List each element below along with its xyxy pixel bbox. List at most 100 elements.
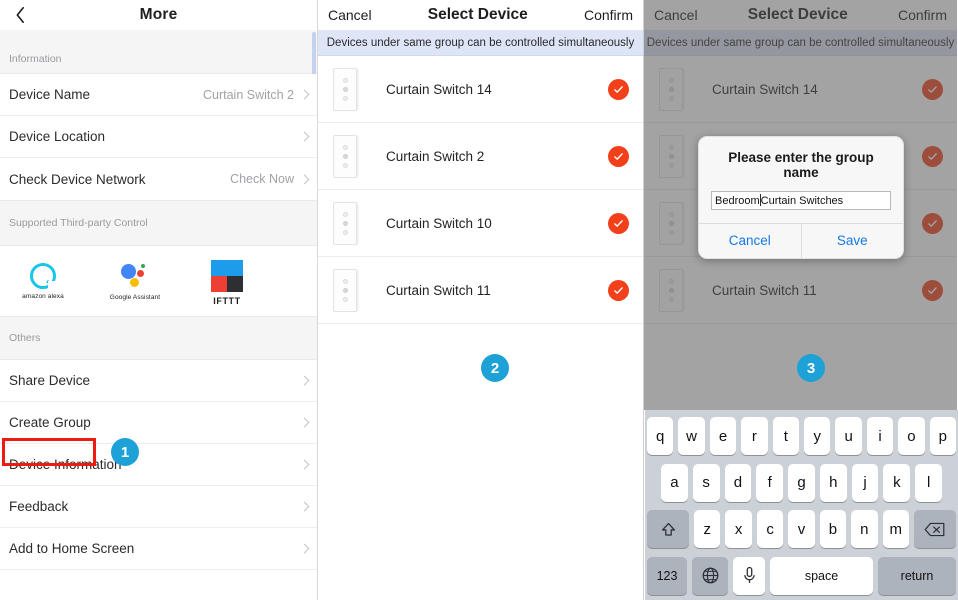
group-name-input[interactable]: BedroomCurtain Switches bbox=[711, 191, 891, 210]
backspace-icon[interactable] bbox=[914, 510, 956, 548]
chevron-right-icon bbox=[300, 418, 310, 428]
key-m[interactable]: m bbox=[883, 510, 909, 548]
row-feedback[interactable]: Feedback bbox=[0, 486, 317, 528]
row-create-group[interactable]: Create Group bbox=[0, 402, 317, 444]
section-header-third-party: Supported Third-party Control bbox=[0, 200, 317, 246]
key-b[interactable]: b bbox=[820, 510, 846, 548]
key-u[interactable]: u bbox=[835, 417, 861, 455]
key-e[interactable]: e bbox=[710, 417, 736, 455]
key-a[interactable]: a bbox=[661, 464, 688, 502]
dialog-save-button[interactable]: Save bbox=[801, 224, 904, 258]
row-device-location[interactable]: Device Location bbox=[0, 116, 317, 158]
scrollbar[interactable] bbox=[312, 32, 316, 77]
screenshot-stage: More Information Device Name Curtain Swi… bbox=[0, 0, 958, 600]
row-label: Add to Home Screen bbox=[9, 541, 134, 556]
curtain-switch-icon bbox=[333, 202, 357, 245]
row-device-name[interactable]: Device Name Curtain Switch 2 bbox=[0, 74, 317, 116]
curtain-switch-icon bbox=[333, 269, 357, 312]
key-q[interactable]: q bbox=[647, 417, 673, 455]
section-header-information: Information bbox=[0, 30, 317, 74]
key-i[interactable]: i bbox=[867, 417, 893, 455]
key-c[interactable]: c bbox=[757, 510, 783, 548]
row-label: Check Device Network bbox=[9, 172, 146, 187]
key-w[interactable]: w bbox=[678, 417, 704, 455]
page-title: Select Device bbox=[428, 6, 528, 24]
dialog-cancel-button[interactable]: Cancel bbox=[699, 224, 801, 258]
microphone-icon[interactable] bbox=[733, 557, 765, 595]
confirm-button[interactable]: Confirm bbox=[584, 7, 633, 23]
row-label: Device Information bbox=[9, 457, 122, 472]
amazon-alexa-item[interactable]: amazon alexa bbox=[14, 260, 72, 300]
checkmark-icon[interactable] bbox=[608, 146, 629, 167]
input-value-after-caret: Curtain Switches bbox=[761, 195, 844, 207]
key-d[interactable]: d bbox=[725, 464, 752, 502]
row-value: Curtain Switch 2 bbox=[203, 88, 301, 102]
row-device-information[interactable]: Device Information bbox=[0, 444, 317, 486]
curtain-switch-icon bbox=[333, 68, 357, 111]
google-assistant-item[interactable]: Google Assistant bbox=[106, 260, 164, 301]
ifttt-item[interactable]: IFTTT bbox=[198, 260, 256, 306]
list-item[interactable]: Curtain Switch 11 bbox=[318, 257, 643, 324]
third-party-logo-list: amazon alexa Google Assistant IFTTT bbox=[0, 246, 317, 316]
panel1-navbar: More bbox=[0, 0, 317, 30]
list-item[interactable]: Curtain Switch 10 bbox=[318, 190, 643, 257]
chevron-right-icon bbox=[300, 90, 310, 100]
google-assistant-icon bbox=[120, 262, 150, 290]
key-return[interactable]: return bbox=[878, 557, 956, 595]
key-numbers[interactable]: 123 bbox=[647, 557, 687, 595]
ifttt-icon bbox=[211, 260, 243, 292]
row-label: Share Device bbox=[9, 373, 90, 388]
list-item[interactable]: Curtain Switch 2 bbox=[318, 123, 643, 190]
checkmark-icon[interactable] bbox=[608, 79, 629, 100]
row-check-device-network[interactable]: Check Device Network Check Now bbox=[0, 158, 317, 200]
chevron-right-icon bbox=[300, 502, 310, 512]
page-title: More bbox=[0, 6, 317, 24]
group-name-dialog: Please enter the group name BedroomCurta… bbox=[698, 136, 904, 259]
amazon-alexa-icon bbox=[30, 263, 56, 289]
key-s[interactable]: s bbox=[693, 464, 720, 502]
dialog-buttons: Cancel Save bbox=[699, 223, 903, 258]
row-value: Check Now bbox=[230, 172, 301, 186]
keyboard-row-3: z x c v b n m bbox=[647, 510, 956, 548]
logo-caption: amazon alexa bbox=[14, 293, 72, 300]
key-v[interactable]: v bbox=[788, 510, 814, 548]
key-l[interactable]: l bbox=[915, 464, 942, 502]
dialog-field-wrap: BedroomCurtain Switches bbox=[699, 191, 903, 223]
checkmark-icon[interactable] bbox=[608, 213, 629, 234]
key-r[interactable]: r bbox=[741, 417, 767, 455]
chevron-right-icon bbox=[300, 376, 310, 386]
checkmark-icon[interactable] bbox=[608, 280, 629, 301]
row-label: Device Name bbox=[9, 87, 90, 102]
curtain-switch-icon bbox=[333, 135, 357, 178]
logo-caption: Google Assistant bbox=[106, 294, 164, 301]
key-t[interactable]: t bbox=[773, 417, 799, 455]
key-h[interactable]: h bbox=[820, 464, 847, 502]
key-o[interactable]: o bbox=[898, 417, 924, 455]
key-x[interactable]: x bbox=[725, 510, 751, 548]
key-n[interactable]: n bbox=[851, 510, 877, 548]
info-banner: Devices under same group can be controll… bbox=[318, 30, 643, 56]
row-label: Feedback bbox=[9, 499, 68, 514]
step-badge-3: 3 bbox=[797, 354, 825, 382]
key-space[interactable]: space bbox=[770, 557, 873, 595]
key-z[interactable]: z bbox=[694, 510, 720, 548]
key-p[interactable]: p bbox=[930, 417, 956, 455]
key-g[interactable]: g bbox=[788, 464, 815, 502]
row-add-to-home-screen[interactable]: Add to Home Screen bbox=[0, 528, 317, 570]
logo-caption: IFTTT bbox=[198, 296, 256, 306]
shift-icon[interactable] bbox=[647, 510, 689, 548]
list-item[interactable]: Curtain Switch 14 bbox=[318, 56, 643, 123]
key-k[interactable]: k bbox=[883, 464, 910, 502]
globe-icon[interactable] bbox=[692, 557, 728, 595]
key-y[interactable]: y bbox=[804, 417, 830, 455]
row-share-device[interactable]: Share Device bbox=[0, 360, 317, 402]
panel-select-device: Cancel Select Device Confirm Devices und… bbox=[318, 0, 644, 600]
key-f[interactable]: f bbox=[756, 464, 783, 502]
device-name: Curtain Switch 2 bbox=[386, 149, 484, 164]
dialog-title: Please enter the group name bbox=[699, 137, 903, 191]
key-j[interactable]: j bbox=[852, 464, 879, 502]
cancel-button[interactable]: Cancel bbox=[328, 7, 372, 23]
section-header-others: Others bbox=[0, 316, 317, 360]
input-value-before-caret: Bedroom bbox=[715, 195, 760, 207]
step-badge-2: 2 bbox=[481, 354, 509, 382]
